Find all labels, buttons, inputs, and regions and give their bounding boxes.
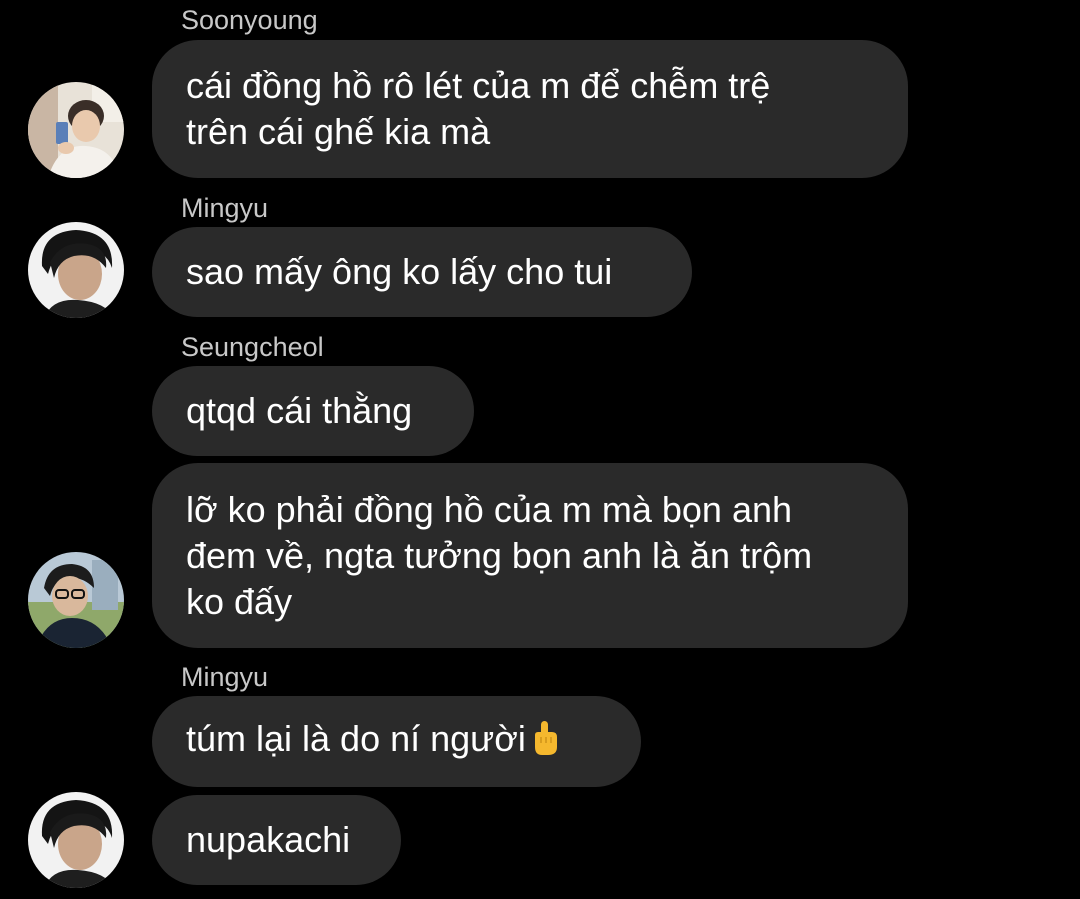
message-text: trên cái ghế kia mà — [186, 111, 491, 152]
profile-photo-seungcheol — [28, 552, 124, 648]
avatar[interactable] — [28, 792, 124, 888]
profile-photo-mingyu — [28, 222, 124, 318]
message-text: lỡ ko phải đồng hồ của m mà bọn anh — [186, 488, 793, 530]
avatar[interactable] — [28, 552, 124, 648]
pointing-up-hand-icon — [530, 719, 560, 768]
message-text-row: túm lại là do ní người — [186, 716, 607, 768]
message-text: ko đấy — [186, 580, 293, 622]
profile-photo-mingyu-2 — [28, 792, 124, 888]
message-bubble[interactable]: nupakachi — [152, 795, 401, 885]
profile-photo-soonyoung — [28, 82, 124, 178]
sender-name: Mingyu — [181, 193, 269, 223]
message-text: nupakachi — [186, 819, 351, 860]
message-bubble[interactable]: lỡ ko phải đồng hồ của m mà bọn anh đem … — [152, 463, 908, 648]
avatar[interactable] — [28, 82, 124, 178]
message-text: sao mấy ông ko lấy cho tui — [186, 251, 613, 292]
sender-name: Soonyoung — [181, 5, 318, 35]
message-text: đem về, ngta tưởng bọn anh là ăn trộm — [186, 534, 813, 576]
message-text: qtqd cái thằng — [186, 390, 413, 431]
message-bubble[interactable]: túm lại là do ní người — [152, 696, 641, 787]
message-text: túm lại là do ní người — [186, 717, 526, 759]
message-bubble[interactable]: sao mấy ông ko lấy cho tui — [152, 227, 692, 317]
sender-name: Seungcheol — [181, 332, 324, 362]
message-bubble[interactable]: qtqd cái thằng — [152, 366, 474, 456]
sender-name: Mingyu — [181, 662, 269, 692]
message-text: cái đồng hồ rô lét của m để chễm trệ — [186, 65, 771, 106]
avatar[interactable] — [28, 222, 124, 318]
message-bubble[interactable]: cái đồng hồ rô lét của m để chễm trệ trê… — [152, 40, 908, 178]
